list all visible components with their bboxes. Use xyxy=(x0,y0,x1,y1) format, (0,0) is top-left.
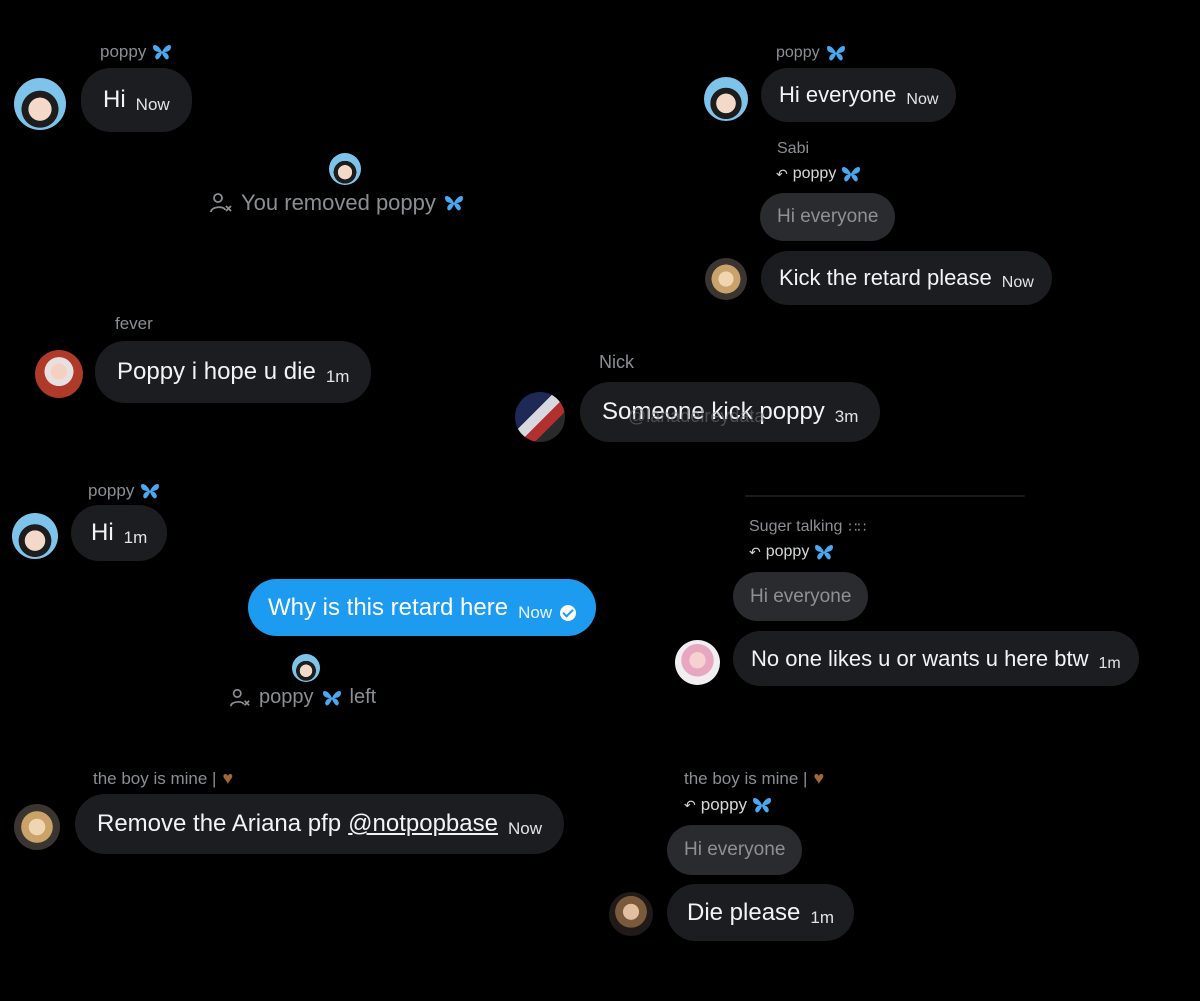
sent-message-bubble[interactable]: Why is this retard here Now xyxy=(248,579,597,636)
reply-indicator: ↶ poppy xyxy=(684,795,772,815)
system-text: left xyxy=(349,686,377,708)
person-remove-icon xyxy=(229,687,251,709)
quoted-text: Hi everyone xyxy=(684,839,786,860)
sender-name: poppy xyxy=(100,42,172,62)
message-time: Now xyxy=(1001,274,1034,291)
avatar[interactable] xyxy=(12,513,58,559)
message-time: Now xyxy=(135,95,170,114)
butterfly-icon xyxy=(152,43,172,61)
message-time: Now xyxy=(507,819,542,838)
message-time: 3m xyxy=(834,407,859,426)
avatar[interactable] xyxy=(35,350,83,398)
sender-label: fever xyxy=(115,314,153,333)
butterfly-icon xyxy=(140,482,160,500)
avatar[interactable] xyxy=(705,258,747,300)
avatar[interactable] xyxy=(609,892,653,936)
person-remove-icon xyxy=(209,191,233,215)
sender-label: Nick xyxy=(599,352,634,372)
quoted-message[interactable]: Hi everyone xyxy=(733,572,869,621)
sender-label: poppy xyxy=(88,481,135,500)
butterfly-icon xyxy=(444,194,464,212)
avatar[interactable] xyxy=(675,640,720,685)
avatar xyxy=(329,153,361,185)
avatar[interactable] xyxy=(14,78,66,130)
message-time: 1m xyxy=(810,907,835,927)
message-text: No one likes u or wants u here btw xyxy=(751,645,1089,671)
reply-arrow-icon: ↶ xyxy=(684,796,696,813)
reply-to-name: poppy xyxy=(765,543,810,560)
sender-name: the boy is mine | ♥ xyxy=(684,768,824,789)
sender-label: the boy is mine | xyxy=(684,768,808,788)
message-text: Hi everyone xyxy=(779,82,897,107)
message-text: Poppy i hope u die xyxy=(117,358,316,385)
avatar[interactable] xyxy=(515,392,565,442)
message-text: Kick the retard please xyxy=(779,265,992,290)
quoted-text: Hi everyone xyxy=(777,206,879,227)
sender-label: poppy xyxy=(776,44,820,61)
message-text: Hi xyxy=(103,86,126,113)
system-text: You removed poppy xyxy=(241,190,436,215)
reply-indicator: ↶ poppy xyxy=(749,543,834,561)
quoted-text: Hi everyone xyxy=(750,585,852,607)
sender-name: the boy is mine | ♥ xyxy=(93,768,233,789)
message-text: Hi xyxy=(91,519,114,546)
paw-prints-icon: ∷∷ xyxy=(848,518,867,535)
butterfly-icon xyxy=(322,689,342,707)
sender-name: Sabi xyxy=(777,140,809,158)
butterfly-icon xyxy=(841,165,861,183)
butterfly-icon xyxy=(814,543,834,561)
watermark: @lanadelreydata xyxy=(628,406,765,426)
sender-label: poppy xyxy=(100,42,147,61)
avatar[interactable] xyxy=(14,804,60,850)
message-time: 1m xyxy=(325,367,350,386)
system-name: poppy xyxy=(259,686,314,708)
brown-heart-icon: ♥ xyxy=(813,768,825,788)
avatar[interactable] xyxy=(704,77,748,121)
system-message: You removed poppy xyxy=(209,190,464,216)
sender-name: Suger talking ∷∷ xyxy=(749,518,866,536)
butterfly-icon xyxy=(752,796,772,814)
message-bubble[interactable]: Poppy i hope u die 1m xyxy=(95,341,372,403)
sender-name: fever xyxy=(115,314,153,334)
message-time: 1m xyxy=(1098,654,1121,672)
reply-to-name: poppy xyxy=(792,165,837,182)
reply-arrow-icon: ↶ xyxy=(749,543,761,560)
sender-name: poppy xyxy=(88,481,160,501)
message-bubble[interactable]: No one likes u or wants u here btw 1m xyxy=(733,631,1139,686)
check-circle-icon xyxy=(560,604,577,621)
mention-link[interactable]: @notpopbase xyxy=(348,810,498,838)
sender-label: Sabi xyxy=(777,140,810,157)
quoted-message[interactable]: Hi everyone xyxy=(760,193,896,241)
butterfly-icon xyxy=(826,44,846,62)
message-bubble[interactable]: Kick the retard please Now xyxy=(761,251,1052,305)
system-message: poppy left xyxy=(229,686,376,709)
message-time: Now xyxy=(518,602,553,622)
message-text: Die please xyxy=(687,898,801,926)
quoted-message[interactable]: Hi everyone xyxy=(667,825,803,875)
divider xyxy=(745,495,1025,497)
message-text: Remove the Ariana pfp xyxy=(97,810,342,837)
reply-arrow-icon: ↶ xyxy=(776,165,788,182)
message-bubble[interactable]: Remove the Ariana pfp @notpopbase Now xyxy=(75,794,564,854)
reply-indicator: ↶ poppy xyxy=(776,165,861,183)
message-bubble[interactable]: Hi 1m xyxy=(71,505,168,561)
sender-label: the boy is mine | xyxy=(93,768,217,788)
message-text: Why is this retard here xyxy=(268,593,509,621)
sender-name: Nick xyxy=(599,352,634,373)
message-bubble[interactable]: Hi Now xyxy=(81,68,192,132)
sender-label: Suger talking xyxy=(749,518,843,535)
message-bubble[interactable]: Hi everyone Now xyxy=(761,68,957,122)
reply-to-name: poppy xyxy=(700,795,748,814)
message-time: Now xyxy=(906,91,939,108)
brown-heart-icon: ♥ xyxy=(222,768,234,788)
sender-name: poppy xyxy=(776,44,846,62)
message-bubble[interactable]: Die please 1m xyxy=(667,884,855,941)
avatar xyxy=(292,654,320,682)
message-time: 1m xyxy=(123,528,148,547)
